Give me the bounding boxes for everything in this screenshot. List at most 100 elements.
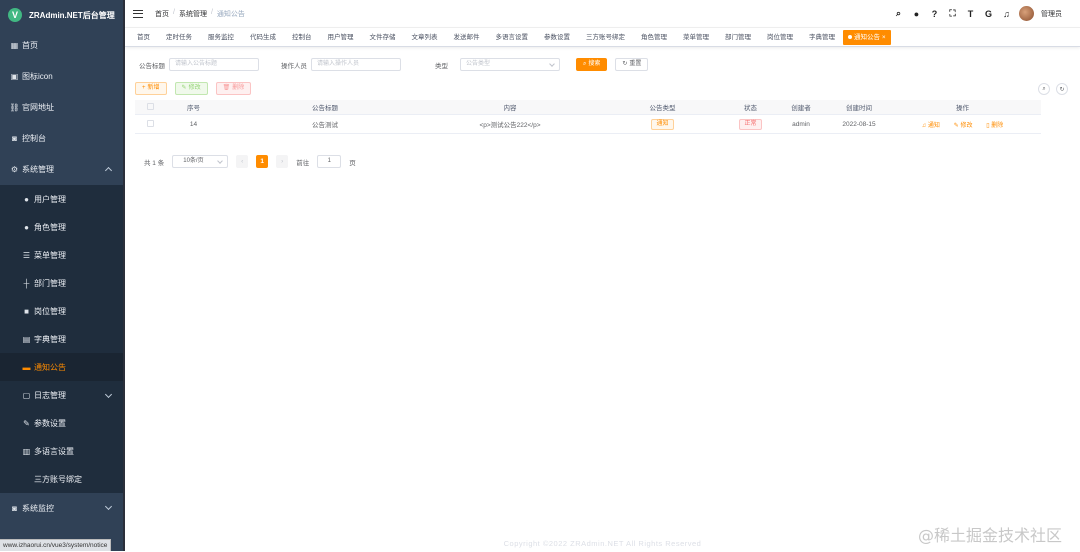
page-unit: 页 [349,159,356,167]
sidebar-item-label: 官网地址 [22,103,54,112]
tag-home[interactable]: 首页 [129,30,158,45]
sidebar-item-oauth[interactable]: 三方账号绑定 [0,465,123,493]
sidebar-item-label: 系统管理 [22,165,54,174]
refresh-icon[interactable]: ↻ [1056,83,1068,95]
tag-notice[interactable]: 通知公告 × [843,29,891,45]
delete-label: 删除 [991,122,1004,129]
row-checkbox[interactable] [135,119,165,129]
sidebar-item-website[interactable]: ⛓ 官网地址 [0,92,123,123]
bell-icon: ♫ [921,122,927,129]
search-icon[interactable]: ⌕ [893,8,904,19]
notify-label: 通知 [927,122,940,129]
tag-gen[interactable]: 代码生成 [242,30,284,45]
fullscreen-icon[interactable]: ⛶ [947,8,958,19]
cell-id: 14 [189,120,198,128]
user-icon: ● [24,194,29,204]
edit-icon: ✎ [953,122,959,129]
search-icon: ⌕ [583,61,587,67]
tag-console[interactable]: 控制台 [284,30,320,45]
avatar[interactable] [1019,6,1034,21]
sidebar-item-roles[interactable]: ● 角色管理 [0,213,123,241]
breadcrumb-system[interactable]: 系统管理 [179,9,207,19]
sidebar-item-lang[interactable]: ▥ 多语言设置 [0,437,123,465]
search-button[interactable]: ⌕ 搜索 [576,58,608,71]
sidebar-item-label: 参数设置 [34,418,66,428]
select-all-checkbox[interactable] [135,102,165,112]
sidebar-item-system[interactable]: ⚙ 系统管理 [0,154,123,185]
sidebar-item-users[interactable]: ● 用户管理 [0,185,123,213]
message-icon: ▬ [22,362,31,372]
edit-link[interactable]: ✎ 修改 [954,123,973,129]
app-title: ZRAdmin.NET后台管理 [29,10,115,20]
delete-link[interactable]: ▯ 删除 [986,123,1003,129]
github-icon[interactable]: ● [911,8,922,19]
username[interactable]: 管理员 [1041,9,1062,19]
delete-button[interactable]: 🗑 删除 [215,82,252,95]
sidebar-item-menus[interactable]: ☰ 菜单管理 [0,241,123,269]
sidebar-item-label: 控制台 [22,134,46,143]
sidebar-item-icons[interactable]: ▣ 图标icon [0,61,123,92]
sidebar-item-label: 通知公告 [34,362,66,372]
question-icon[interactable]: ? [929,8,940,19]
type-select[interactable]: 公告类型 [460,58,560,71]
title-input[interactable]: 请输入公告标题 [169,58,259,71]
tag-menus[interactable]: 菜单管理 [675,30,717,45]
cell-creator: admin [792,120,810,128]
tag-users[interactable]: 用户管理 [320,30,362,45]
col-ops: 操作 [956,105,969,112]
col-created: 创建时间 [846,105,872,112]
hamburger-icon[interactable] [133,9,143,18]
tag-mail[interactable]: 发送邮件 [446,30,488,45]
tag-dicts[interactable]: 字典管理 [801,30,843,45]
bell-icon[interactable]: ♫ [1001,8,1012,19]
link-icon: ⛓ [9,103,20,112]
notice-table: 序号 公告标题 内容 公告类型 状态 创建者 创建时间 操作 14 公告测试 <… [135,100,1041,134]
prev-page-button[interactable]: ‹ [236,155,249,168]
close-icon[interactable]: × [882,34,886,41]
tag-depts[interactable]: 部门管理 [717,30,759,45]
tag-articles[interactable]: 文章列表 [404,30,446,45]
logo[interactable]: V ZRAdmin.NET后台管理 [0,0,123,30]
add-label: 新增 [147,85,160,91]
sidebar-item-label: 用户管理 [34,194,66,204]
font-size-icon[interactable]: T [965,8,976,19]
sidebar-item-posts[interactable]: ■ 岗位管理 [0,297,123,325]
page-size-select[interactable]: 10条/页 [172,155,229,168]
tag-params[interactable]: 参数设置 [536,30,578,45]
tag-files[interactable]: 文件存储 [362,30,404,45]
search-toggle-icon[interactable]: ⌕ [1038,83,1050,95]
edit-button[interactable]: ✎ 修改 [174,82,208,95]
sidebar-item-label: 首页 [22,41,38,50]
add-button[interactable]: + 新增 [135,82,167,95]
sidebar-item-dicts[interactable]: ▤ 字典管理 [0,325,123,353]
page-number[interactable]: 1 [256,155,269,168]
sidebar-item-home[interactable]: ▦ 首页 [0,30,123,61]
sidebar-item-label: 系统监控 [22,504,54,513]
operator-input[interactable]: 请输入操作人员 [311,58,401,71]
goto-input[interactable]: 1 [317,155,342,168]
sidebar-item-label: 图标icon [22,72,53,81]
language-icon[interactable]: G [983,8,994,19]
sidebar-item-logs[interactable]: ▢ 日志管理 [0,381,123,409]
tag-roles[interactable]: 角色管理 [633,30,675,45]
operator-label: 操作人员 [281,62,307,70]
notify-link[interactable]: ♫ 通知 [922,123,940,129]
sidebar-item-params[interactable]: ✎ 参数设置 [0,409,123,437]
tag-posts[interactable]: 岗位管理 [759,30,801,45]
cell-ops: ♫ 通知 ✎ 修改 ▯ 删除 [884,120,1041,129]
tag-job[interactable]: 定时任务 [158,30,200,45]
navbar: 首页 / 系统管理 / 通知公告 ⌕ ● ? ⛶ T G ♫ 管理员 [125,0,1080,28]
next-page-button[interactable]: › [276,155,289,168]
tag-server[interactable]: 服务监控 [200,30,242,45]
edit-icon: ✎ [23,418,30,428]
sidebar-item-monitor[interactable]: ◙ 系统监控 [0,493,123,524]
sidebar-item-notice[interactable]: ▬ 通知公告 [0,353,123,381]
reset-button[interactable]: ↻ 重置 [615,58,649,71]
tag-oauth[interactable]: 三方账号绑定 [578,30,633,45]
col-title: 公告标题 [312,105,338,112]
sidebar-item-console[interactable]: ◙ 控制台 [0,123,123,154]
tree-table-icon: ☰ [22,250,31,260]
tag-lang[interactable]: 多语言设置 [488,30,537,45]
sidebar-item-depts[interactable]: ┼ 部门管理 [0,269,123,297]
breadcrumb-home[interactable]: 首页 [155,9,169,19]
